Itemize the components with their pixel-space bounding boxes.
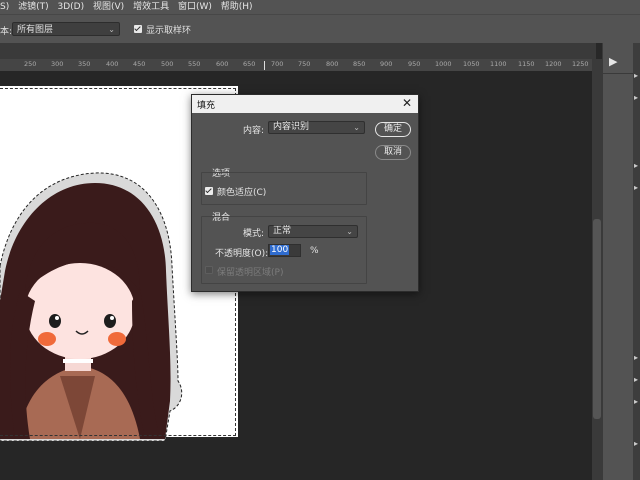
menu-bar: S) 滤镜(T) 3D(D) 视图(V) 增效工具 窗口(W) 帮助(H)	[0, 0, 640, 14]
ruler-tick: 1100	[490, 60, 507, 68]
ruler-tick: 1000	[435, 60, 452, 68]
ruler-tick: 750	[298, 60, 311, 68]
ruler-tick: 550	[188, 60, 201, 68]
menu-item-filter[interactable]: 滤镜(T)	[15, 0, 52, 14]
panel-icon[interactable]: ▸	[634, 353, 638, 362]
ruler-tick: 1250	[572, 60, 589, 68]
ruler-tick: 650	[243, 60, 256, 68]
panel-icon[interactable]: ▸	[634, 375, 638, 384]
preserve-transparency-label: 保留透明区域(P)	[217, 268, 284, 278]
panel-icon[interactable]: ▸	[634, 161, 638, 170]
preserve-transparency-checkbox[interactable]	[205, 266, 213, 274]
sample-layers-select[interactable]: 所有图层 ⌄	[12, 22, 120, 36]
options-bar: 本: 所有图层 ⌄ 显示取样环	[0, 14, 640, 43]
mode-label: 模式:	[243, 229, 265, 239]
color-adaptation-label: 颜色适应(C)	[217, 188, 267, 198]
panel-icon[interactable]: ▸	[634, 183, 638, 192]
menu-item-help[interactable]: 帮助(H)	[218, 0, 256, 14]
opacity-unit: %	[310, 246, 319, 256]
ruler-tick: 500	[161, 60, 174, 68]
show-sampling-ring-label: 显示取样环	[146, 26, 192, 36]
panel-icon[interactable]: ▸	[634, 71, 638, 80]
ruler-tick: 700	[271, 60, 284, 68]
ruler-tick: 950	[408, 60, 421, 68]
panel-icon[interactable]: ▸	[634, 397, 638, 406]
opacity-value: 100	[270, 245, 290, 255]
opacity-label: 不透明度(O):	[215, 249, 269, 259]
play-icon[interactable]: ▶	[609, 55, 617, 68]
sample-layers-value: 所有图层	[17, 25, 54, 35]
menu-item-plugins[interactable]: 增效工具	[130, 0, 172, 14]
right-panel: ▶ ▸ ▸ ▸ ▸ ▸ ▸ ▸ ▸	[602, 43, 640, 480]
content-select-value: 内容识别	[273, 122, 310, 132]
vertical-scrollbar[interactable]	[592, 59, 602, 480]
ruler-tick: 400	[106, 60, 119, 68]
blend-mode-select[interactable]: 正常 ⌄	[268, 225, 358, 238]
menu-item-view[interactable]: 视图(V)	[90, 0, 127, 14]
ruler-tick: 800	[326, 60, 339, 68]
dialog-title: 填充	[197, 101, 216, 111]
scrollbar-thumb[interactable]	[593, 219, 601, 419]
fill-dialog: 填充 ✕ 内容: 内容识别 ⌄ 确定 取消 选项 颜色适应(C) 混合 模式: …	[191, 94, 419, 292]
ruler-tick: 1050	[463, 60, 480, 68]
dialog-titlebar[interactable]: 填充 ✕	[192, 95, 418, 113]
menu-item-window[interactable]: 窗口(W)	[175, 0, 215, 14]
ruler-tick: 900	[380, 60, 393, 68]
menu-item-3d[interactable]: 3D(D)	[55, 0, 88, 14]
panel-dock-strip: ▸ ▸ ▸ ▸ ▸ ▸ ▸ ▸	[633, 43, 640, 480]
chevron-down-icon: ⌄	[353, 123, 360, 132]
menu-item-select[interactable]: S)	[0, 0, 12, 14]
document-tab-strip	[0, 43, 596, 59]
opacity-input[interactable]: 100	[268, 244, 301, 257]
blend-mode-value: 正常	[273, 226, 292, 236]
color-adaptation-checkbox[interactable]	[205, 187, 213, 195]
show-sampling-ring-checkbox[interactable]	[134, 25, 142, 33]
panel-icon[interactable]: ▸	[634, 439, 638, 448]
ok-button[interactable]: 确定	[375, 122, 411, 137]
ruler-tick: 350	[78, 60, 91, 68]
content-label: 内容:	[243, 126, 265, 136]
chevron-down-icon: ⌄	[346, 227, 353, 236]
ruler-tick: 600	[216, 60, 229, 68]
panel-icon[interactable]: ▸	[634, 93, 638, 102]
sample-label: 本:	[0, 27, 13, 37]
close-icon[interactable]: ✕	[402, 96, 412, 110]
ruler-cursor-marker	[264, 61, 265, 70]
ruler-tick: 250	[24, 60, 37, 68]
ruler-tick: 1150	[518, 60, 535, 68]
ruler-tick: 1200	[545, 60, 562, 68]
ruler-tick: 450	[133, 60, 146, 68]
ruler-tick: 300	[51, 60, 64, 68]
cancel-button[interactable]: 取消	[375, 145, 411, 160]
ruler-tick: 850	[353, 60, 366, 68]
chevron-down-icon: ⌄	[108, 25, 115, 34]
content-select[interactable]: 内容识别 ⌄	[268, 121, 365, 134]
